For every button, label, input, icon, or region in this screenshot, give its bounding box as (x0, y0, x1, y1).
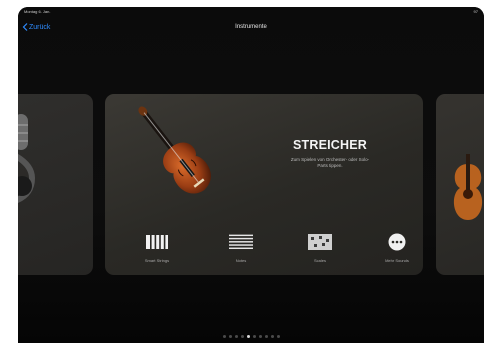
lines-icon (229, 232, 253, 252)
page-title: Instrumente (235, 24, 267, 30)
page-dot[interactable] (234, 335, 238, 338)
instrument-card-previous[interactable] (18, 94, 93, 275)
instrument-card-next[interactable] (436, 94, 484, 275)
smart-strings-button[interactable]: Smart Strings (127, 232, 187, 272)
piano-keys-icon (145, 232, 169, 252)
page-dot[interactable] (240, 335, 244, 338)
instrument-name: STREICHER (292, 138, 368, 152)
violin-icon (138, 106, 211, 194)
scales-button[interactable]: Scales (290, 232, 350, 272)
status-battery: 97 (473, 9, 478, 14)
screen: Montag 6. Jan. 97 Zurück Instrumente STR… (18, 7, 484, 343)
more-sounds-button[interactable]: Mehr Sounds (367, 232, 423, 272)
mode-label: Notes (235, 258, 247, 263)
page-dot[interactable] (222, 335, 226, 338)
instrument-description: Zum Spielen von Orchester- oder Solo- Pa… (270, 157, 390, 169)
mode-label: Mehr Sounds (385, 258, 409, 263)
page-indicator[interactable] (18, 335, 484, 338)
scale-grid-icon (308, 232, 332, 252)
status-bar: Montag 6. Jan. 97 (18, 7, 484, 17)
page-dot[interactable] (264, 335, 268, 338)
page-dot[interactable] (246, 335, 250, 338)
mode-label: Scales (313, 258, 326, 263)
page-dot[interactable] (276, 335, 280, 338)
page-dot[interactable] (258, 335, 262, 338)
status-time: Montag 6. Jan. (24, 9, 51, 14)
mode-label: Smart Strings (144, 258, 170, 263)
page-dot[interactable] (252, 335, 256, 338)
instrument-card-strings[interactable]: STREICHER Zum Spielen von Orchester- ode… (105, 94, 423, 275)
description-line-2: Parts tippen. (317, 163, 343, 168)
notes-button[interactable]: Notes (211, 232, 271, 272)
page-dot[interactable] (270, 335, 274, 338)
page-dot[interactable] (228, 335, 232, 338)
microphone-icon (18, 114, 36, 203)
device-frame: Montag 6. Jan. 97 Zurück Instrumente STR… (18, 7, 484, 343)
navigation-bar: Zurück Instrumente (18, 19, 484, 39)
more-icon (385, 232, 409, 252)
guitar-icon (453, 154, 483, 220)
